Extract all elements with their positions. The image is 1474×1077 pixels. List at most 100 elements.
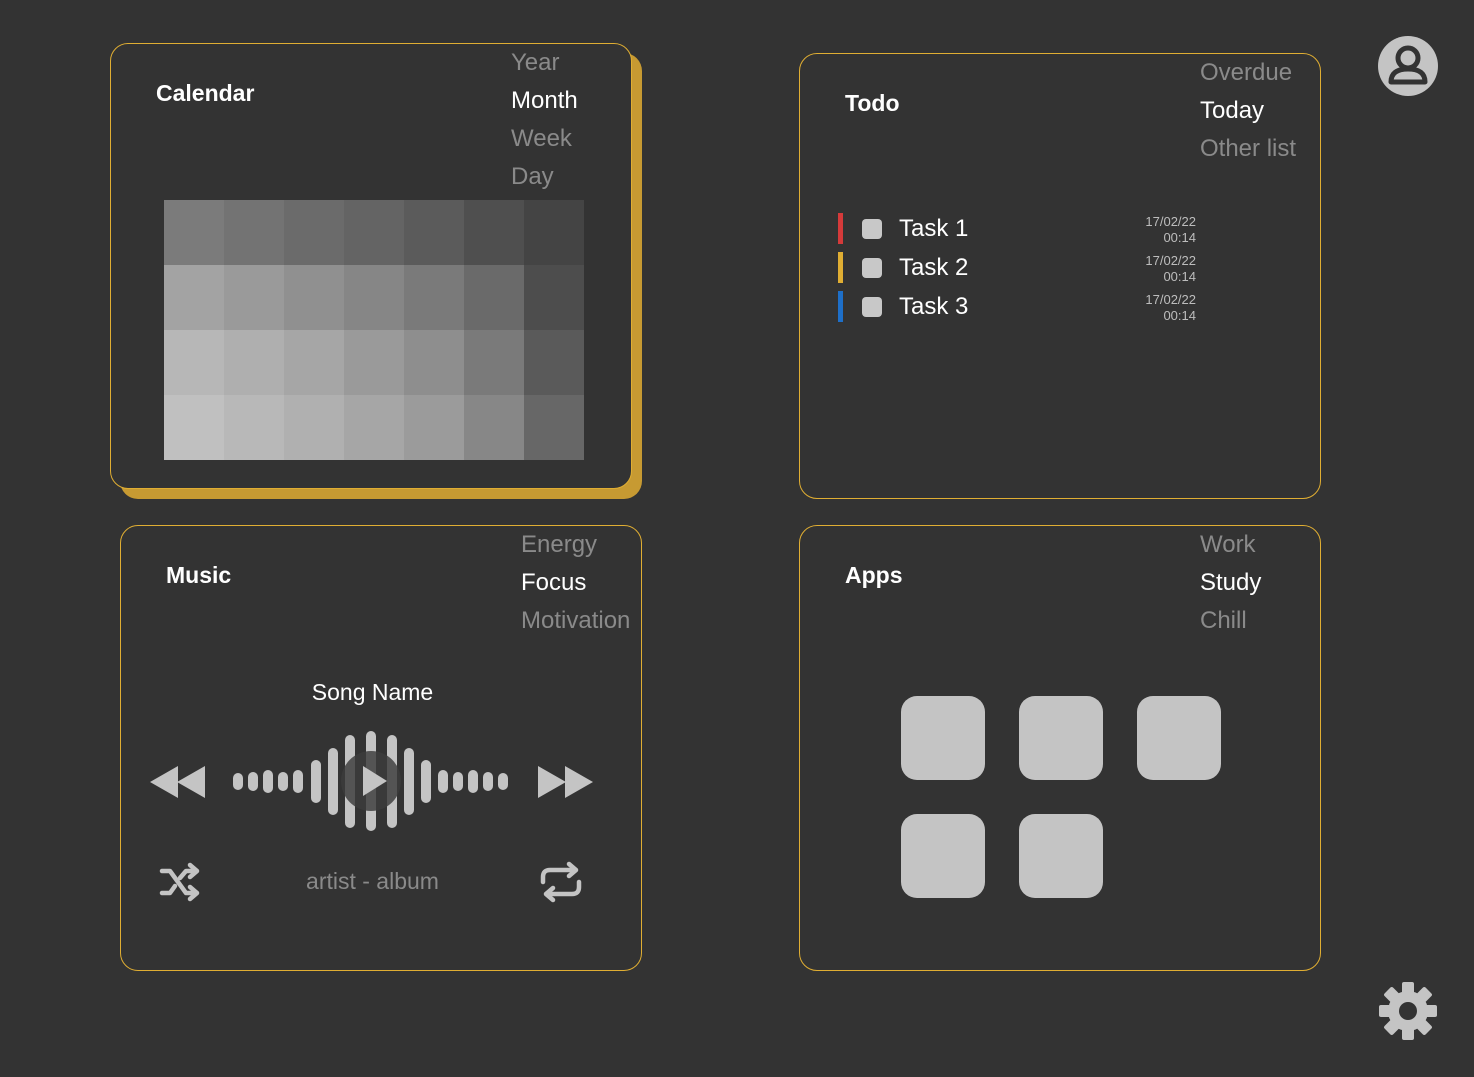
- waveform-bar: [311, 760, 321, 803]
- calendar-day-cell[interactable]: [284, 330, 344, 395]
- settings-button[interactable]: [1378, 980, 1438, 1042]
- task-date: 17/02/22: [1145, 253, 1196, 268]
- task-time: 00:14: [1163, 308, 1196, 323]
- calendar-day-cell[interactable]: [164, 395, 224, 460]
- waveform-bar: [453, 772, 463, 791]
- task-label: Task 1: [899, 215, 969, 242]
- task-checkbox[interactable]: [862, 297, 882, 317]
- calendar-day-cell[interactable]: [224, 200, 284, 265]
- calendar-day-cell[interactable]: [404, 330, 464, 395]
- calendar-day-cell[interactable]: [404, 395, 464, 460]
- calendar-day-cell[interactable]: [344, 395, 404, 460]
- task-checkbox[interactable]: [862, 219, 882, 239]
- task-priority-bar: [838, 291, 843, 322]
- calendar-day-cell[interactable]: [344, 265, 404, 330]
- calendar-day-cell[interactable]: [284, 200, 344, 265]
- todo-list-other[interactable]: Other list: [1200, 135, 1296, 163]
- calendar-view-week[interactable]: Week: [511, 125, 572, 153]
- waveform-bar: [248, 772, 258, 791]
- play-icon: [363, 766, 387, 796]
- apps-group-chill[interactable]: Chill: [1200, 607, 1247, 635]
- calendar-view-year[interactable]: Year: [511, 49, 560, 77]
- fast-forward-icon: [538, 766, 593, 798]
- calendar-day-cell[interactable]: [224, 330, 284, 395]
- calendar-day-cell[interactable]: [224, 395, 284, 460]
- calendar-day-cell[interactable]: [344, 200, 404, 265]
- calendar-day-cell[interactable]: [524, 200, 584, 265]
- task-date: 17/02/22: [1145, 292, 1196, 307]
- audio-waveform[interactable]: [233, 731, 513, 831]
- task-priority-bar: [838, 252, 843, 283]
- calendar-day-cell[interactable]: [524, 265, 584, 330]
- calendar-day-cell[interactable]: [404, 200, 464, 265]
- task-date: 17/02/22: [1145, 214, 1196, 229]
- app-tile[interactable]: [1019, 696, 1103, 780]
- task-due-date: 17/02/22 00:14: [1116, 292, 1196, 324]
- task-row[interactable]: Task 3 17/02/22 00:14: [838, 291, 1198, 323]
- task-priority-bar: [838, 213, 843, 244]
- calendar-day-cell[interactable]: [464, 330, 524, 395]
- task-checkbox[interactable]: [862, 258, 882, 278]
- music-playlist-energy[interactable]: Energy: [521, 531, 597, 559]
- waveform-bar: [438, 770, 448, 793]
- calendar-day-cell[interactable]: [284, 265, 344, 330]
- app-tile[interactable]: [1019, 814, 1103, 898]
- music-playlist-focus[interactable]: Focus: [521, 569, 586, 597]
- calendar-card[interactable]: Calendar Year Month Week Day: [110, 43, 632, 489]
- task-row[interactable]: Task 2 17/02/22 00:14: [838, 252, 1198, 284]
- apps-group-study[interactable]: Study: [1200, 569, 1261, 597]
- waveform-bar: [263, 770, 273, 793]
- calendar-title: Calendar: [156, 80, 255, 106]
- calendar-view-month[interactable]: Month: [511, 87, 578, 115]
- calendar-day-cell[interactable]: [404, 265, 464, 330]
- calendar-day-cell[interactable]: [164, 265, 224, 330]
- waveform-bar: [483, 772, 493, 791]
- todo-list-overdue[interactable]: Overdue: [1200, 59, 1292, 87]
- app-tile[interactable]: [901, 814, 985, 898]
- calendar-view-day[interactable]: Day: [511, 163, 554, 191]
- profile-avatar-button[interactable]: [1378, 36, 1438, 96]
- waveform-bar: [233, 773, 243, 790]
- repeat-icon: [540, 861, 582, 903]
- waveform-bar: [278, 772, 288, 791]
- rewind-icon: [150, 766, 205, 798]
- calendar-day-cell[interactable]: [224, 265, 284, 330]
- waveform-bar: [498, 773, 508, 790]
- waveform-bar: [293, 770, 303, 793]
- apps-card[interactable]: Apps Work Study Chill: [799, 525, 1321, 971]
- song-name: Song Name: [311, 679, 434, 705]
- task-due-date: 17/02/22 00:14: [1116, 214, 1196, 246]
- apps-group-work[interactable]: Work: [1200, 531, 1256, 559]
- calendar-day-cell[interactable]: [464, 395, 524, 460]
- todo-card[interactable]: Todo Overdue Today Other list Task 1 17/…: [799, 53, 1321, 499]
- todo-list-today[interactable]: Today: [1200, 97, 1264, 125]
- user-avatar-icon: [1378, 36, 1438, 96]
- waveform-bar: [328, 748, 338, 815]
- music-card[interactable]: Music Energy Focus Motivation Song Name: [120, 525, 642, 971]
- waveform-bar: [404, 748, 414, 815]
- fast-forward-button[interactable]: [537, 765, 595, 799]
- repeat-button[interactable]: [538, 860, 584, 904]
- task-row[interactable]: Task 1 17/02/22 00:14: [838, 213, 1198, 245]
- task-label: Task 2: [899, 254, 969, 281]
- play-button[interactable]: [341, 751, 401, 811]
- calendar-day-cell[interactable]: [524, 395, 584, 460]
- app-tile[interactable]: [901, 696, 985, 780]
- task-due-date: 17/02/22 00:14: [1116, 253, 1196, 285]
- todo-title: Todo: [845, 90, 900, 116]
- calendar-day-cell[interactable]: [464, 200, 524, 265]
- music-playlist-motivation[interactable]: Motivation: [521, 607, 630, 635]
- calendar-day-cell[interactable]: [164, 330, 224, 395]
- calendar-day-cell[interactable]: [344, 330, 404, 395]
- waveform-bar: [421, 760, 431, 803]
- calendar-day-cell[interactable]: [164, 200, 224, 265]
- calendar-day-cell[interactable]: [284, 395, 344, 460]
- rewind-button[interactable]: [149, 765, 207, 799]
- task-time: 00:14: [1163, 230, 1196, 245]
- waveform-bar: [468, 770, 478, 793]
- calendar-day-cell[interactable]: [464, 265, 524, 330]
- app-tile[interactable]: [1137, 696, 1221, 780]
- task-time: 00:14: [1163, 269, 1196, 284]
- apps-title: Apps: [845, 562, 903, 588]
- calendar-day-cell[interactable]: [524, 330, 584, 395]
